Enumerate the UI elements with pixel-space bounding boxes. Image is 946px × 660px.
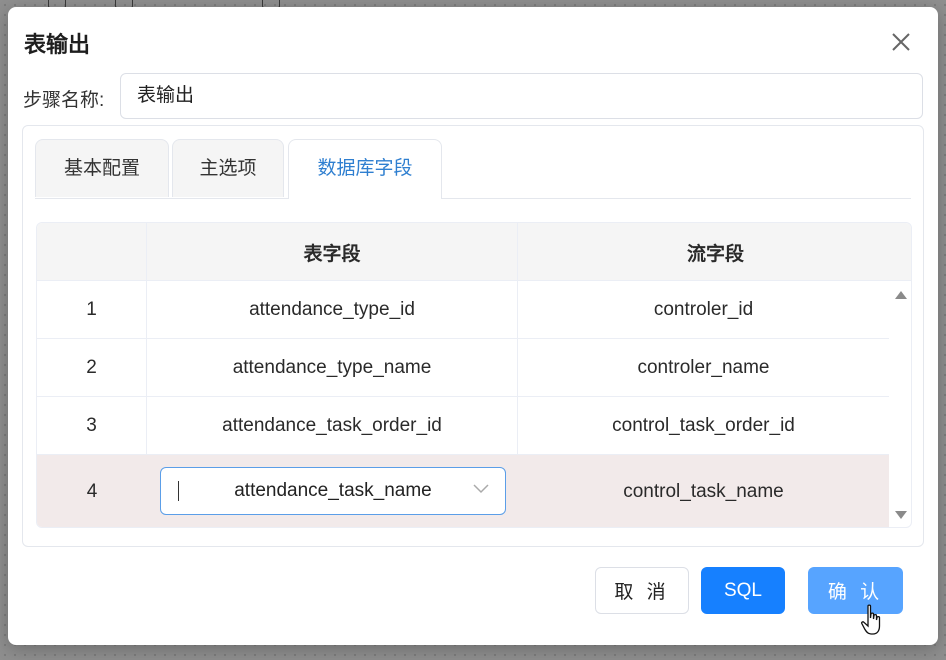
stream-field-cell[interactable]: control_task_name bbox=[518, 455, 889, 527]
config-panel: 基本配置 主选项 数据库字段 表字段 流字段 1 attendance_type… bbox=[22, 125, 924, 547]
stream-field-cell[interactable]: control_task_order_id bbox=[518, 397, 889, 454]
chevron-down-icon bbox=[473, 484, 489, 494]
step-name-label: 步骤名称: bbox=[23, 90, 105, 111]
header-table-field: 表字段 bbox=[147, 223, 518, 281]
row-index: 3 bbox=[37, 397, 147, 454]
table-row[interactable]: 1 attendance_type_id controler_id bbox=[37, 281, 889, 339]
table-header: 表字段 流字段 bbox=[37, 223, 911, 281]
table-output-dialog: 表输出 步骤名称: 表输出 基本配置 主选项 数据库字段 表字段 流字段 1 a… bbox=[8, 7, 938, 645]
field-mapping-table: 表字段 流字段 1 attendance_type_id controler_i… bbox=[36, 222, 912, 528]
table-row-selected[interactable]: 4 attendance_task_name control_task_name bbox=[37, 455, 889, 527]
cancel-button[interactable]: 取 消 bbox=[595, 567, 689, 614]
row-index: 1 bbox=[37, 281, 147, 338]
sql-button[interactable]: SQL bbox=[701, 567, 785, 614]
scroll-down-icon[interactable] bbox=[895, 511, 907, 519]
table-field-cell[interactable]: attendance_type_name bbox=[147, 339, 518, 396]
tab-bar: 基本配置 主选项 数据库字段 bbox=[35, 139, 911, 199]
row-index: 2 bbox=[37, 339, 147, 396]
tab-main-options[interactable]: 主选项 bbox=[172, 139, 284, 197]
scroll-up-icon[interactable] bbox=[895, 291, 907, 299]
tab-basic-config[interactable]: 基本配置 bbox=[35, 139, 169, 197]
stream-field-cell[interactable]: controler_name bbox=[518, 339, 889, 396]
table-scrollbar[interactable] bbox=[889, 281, 911, 527]
hand-cursor-icon bbox=[861, 604, 881, 635]
table-row[interactable]: 3 attendance_task_order_id control_task_… bbox=[37, 397, 889, 455]
header-index bbox=[37, 223, 147, 281]
confirm-button[interactable]: 确 认 bbox=[808, 567, 903, 614]
header-stream-field: 流字段 bbox=[686, 243, 744, 265]
table-row[interactable]: 2 attendance_type_name controler_name bbox=[37, 339, 889, 397]
table-field-cell[interactable]: attendance_type_id bbox=[147, 281, 518, 338]
table-field-select-value: attendance_task_name bbox=[234, 480, 432, 501]
table-field-cell[interactable]: attendance_task_order_id bbox=[147, 397, 518, 454]
table-field-select[interactable]: attendance_task_name bbox=[160, 467, 506, 515]
dialog-title: 表输出 bbox=[24, 32, 91, 57]
step-name-input[interactable]: 表输出 bbox=[120, 73, 923, 119]
tab-database-fields[interactable]: 数据库字段 bbox=[288, 139, 442, 199]
row-index: 4 bbox=[86, 481, 98, 502]
stream-field-cell[interactable]: controler_id bbox=[518, 281, 889, 338]
text-caret bbox=[178, 481, 179, 501]
close-icon[interactable] bbox=[890, 31, 912, 53]
